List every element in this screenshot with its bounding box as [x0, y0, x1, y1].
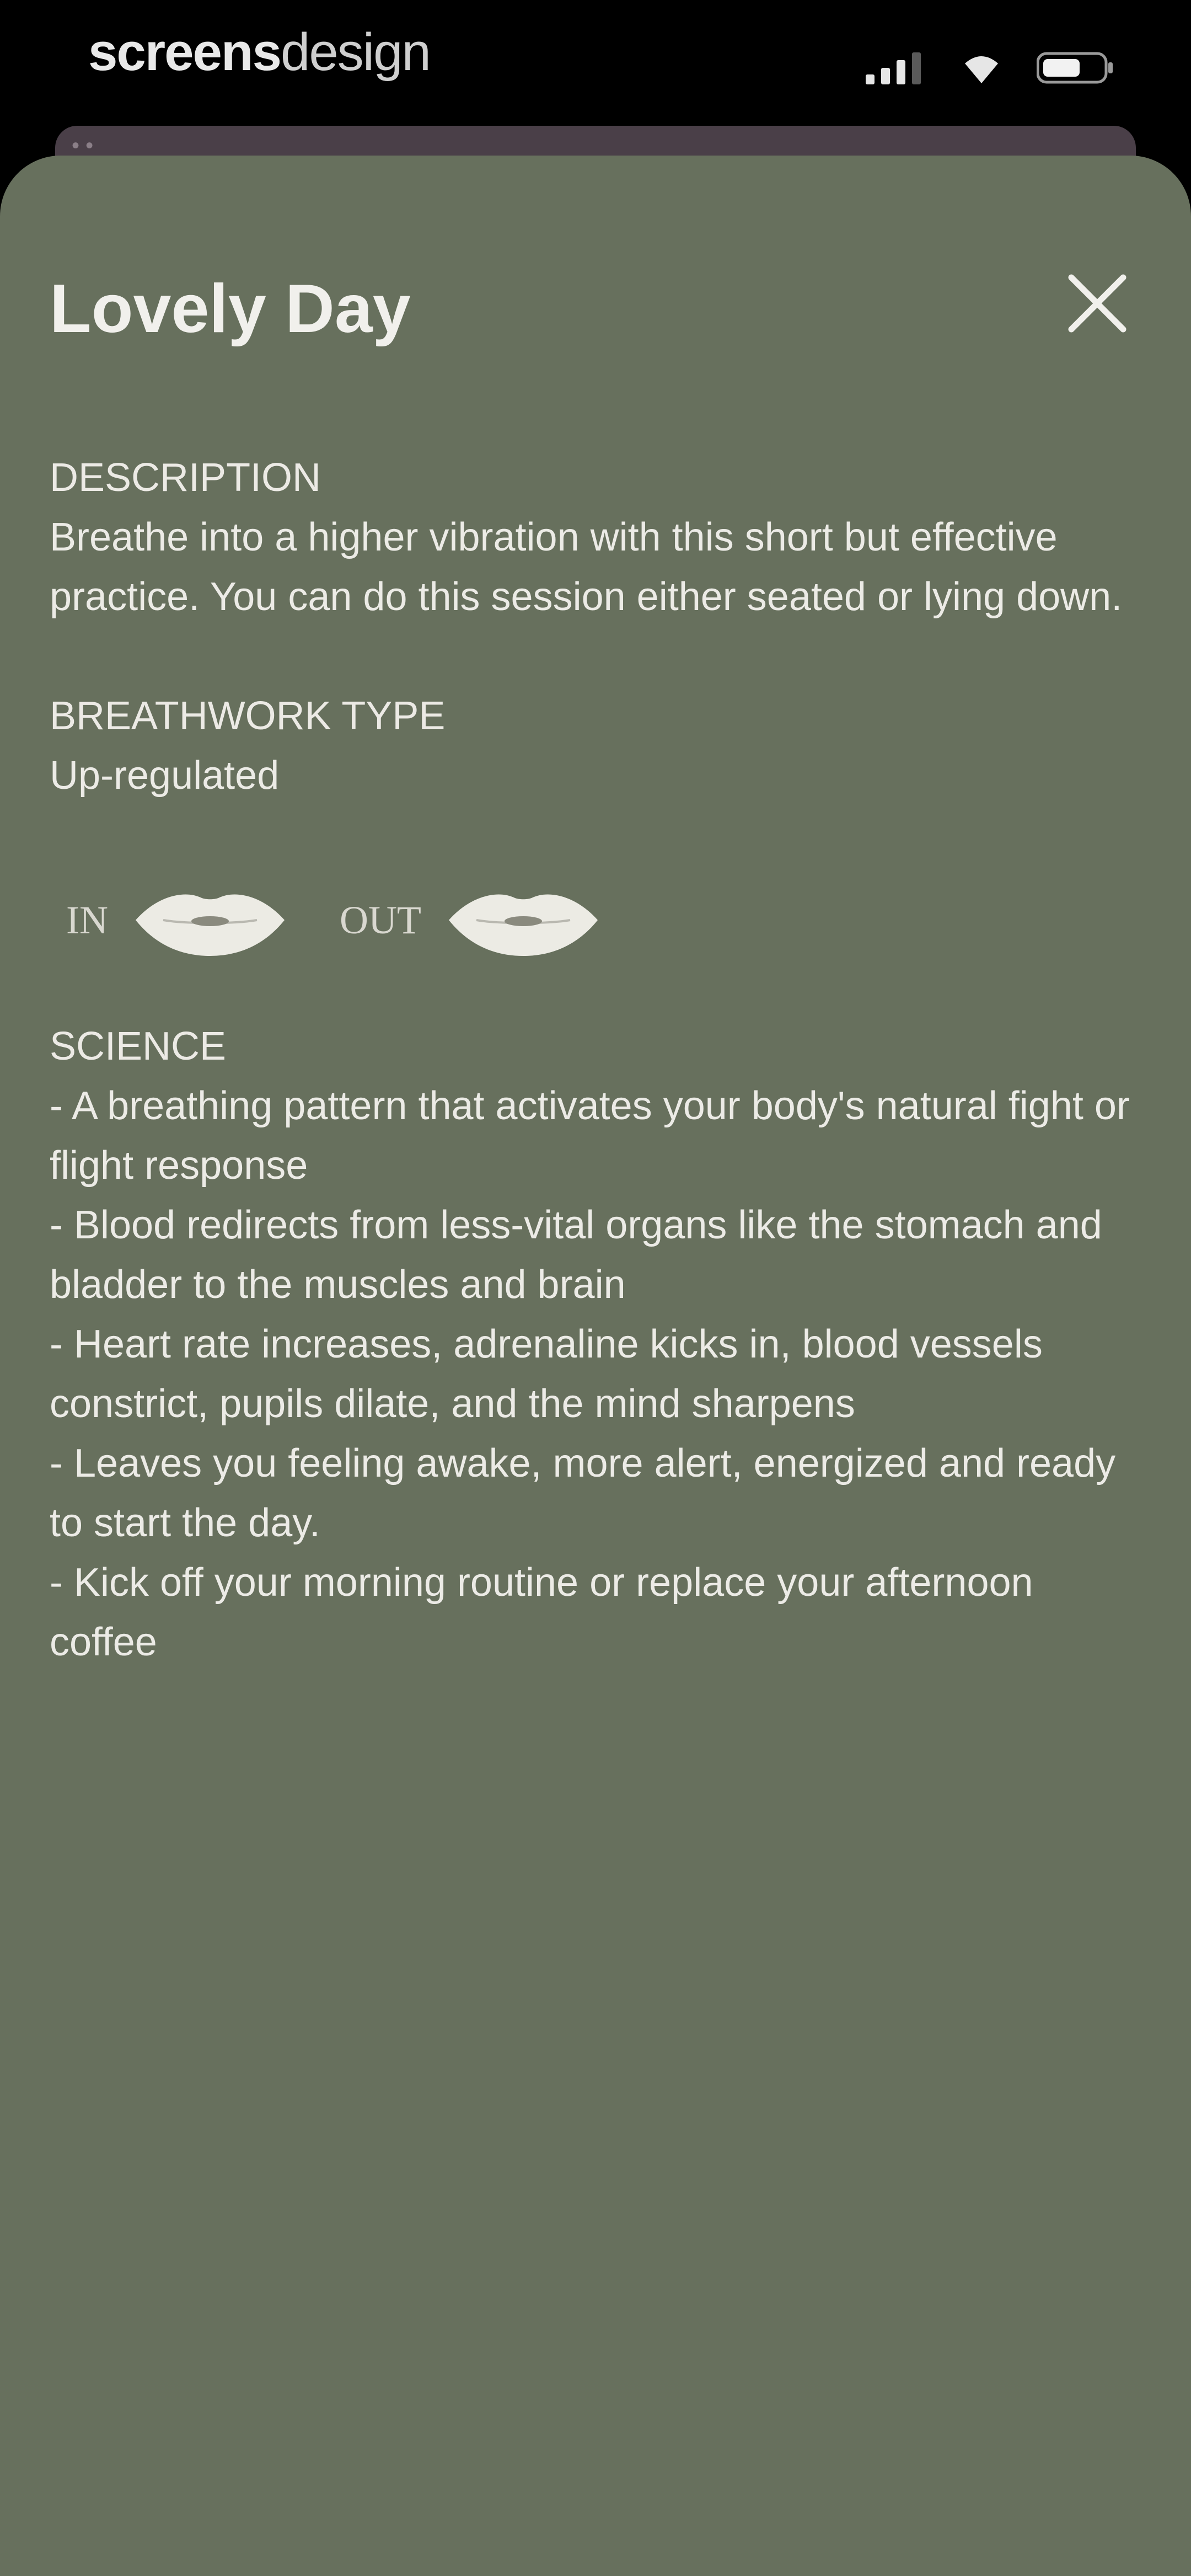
description-text: Breathe into a higher vibration with thi…: [50, 515, 1123, 619]
breath-in-label: IN: [66, 898, 108, 942]
status-icons: [866, 49, 1114, 87]
signal-icon: [866, 51, 926, 84]
brand-bold-text: screens: [88, 23, 282, 82]
detail-sheet: Lovely Day DESCRIPTION Breathe into a hi…: [0, 156, 1191, 2576]
battery-icon: [1037, 50, 1114, 85]
science-item: - Heart rate increases, adrenaline kicks…: [50, 1322, 1043, 1426]
close-button[interactable]: [1059, 266, 1136, 343]
description-label: DESCRIPTION: [50, 456, 321, 500]
science-item: - Blood redirects from less-vital organs…: [50, 1203, 1102, 1307]
brand-light-text: design: [280, 23, 431, 82]
wifi-icon: [959, 51, 1004, 84]
breathwork-type-value: Up-regulated: [50, 753, 280, 798]
breath-out-label: OUT: [339, 898, 421, 942]
mouth-out-icon: [443, 879, 603, 961]
science-item: - Kick off your morning routine or repla…: [50, 1560, 1033, 1664]
brand-logo: screensdesign: [88, 22, 431, 83]
breath-pattern: IN OUT: [66, 865, 1147, 975]
science-label: SCIENCE: [50, 1024, 227, 1068]
session-title: Lovely Day: [50, 271, 411, 347]
session-details: DESCRIPTION Breathe into a higher vibrat…: [50, 448, 1147, 1672]
science-item: - Leaves you feeling awake, more alert, …: [50, 1441, 1116, 1545]
status-bar: screensdesign: [0, 0, 1191, 132]
background-card-dots: • •: [72, 133, 94, 158]
mouth-in-icon: [130, 879, 290, 961]
science-item: - A breathing pattern that activates you…: [50, 1084, 1130, 1188]
breathwork-type-label: BREATHWORK TYPE: [50, 694, 446, 738]
close-icon: [1067, 273, 1128, 336]
science-list: - A breathing pattern that activates you…: [50, 1076, 1147, 1672]
